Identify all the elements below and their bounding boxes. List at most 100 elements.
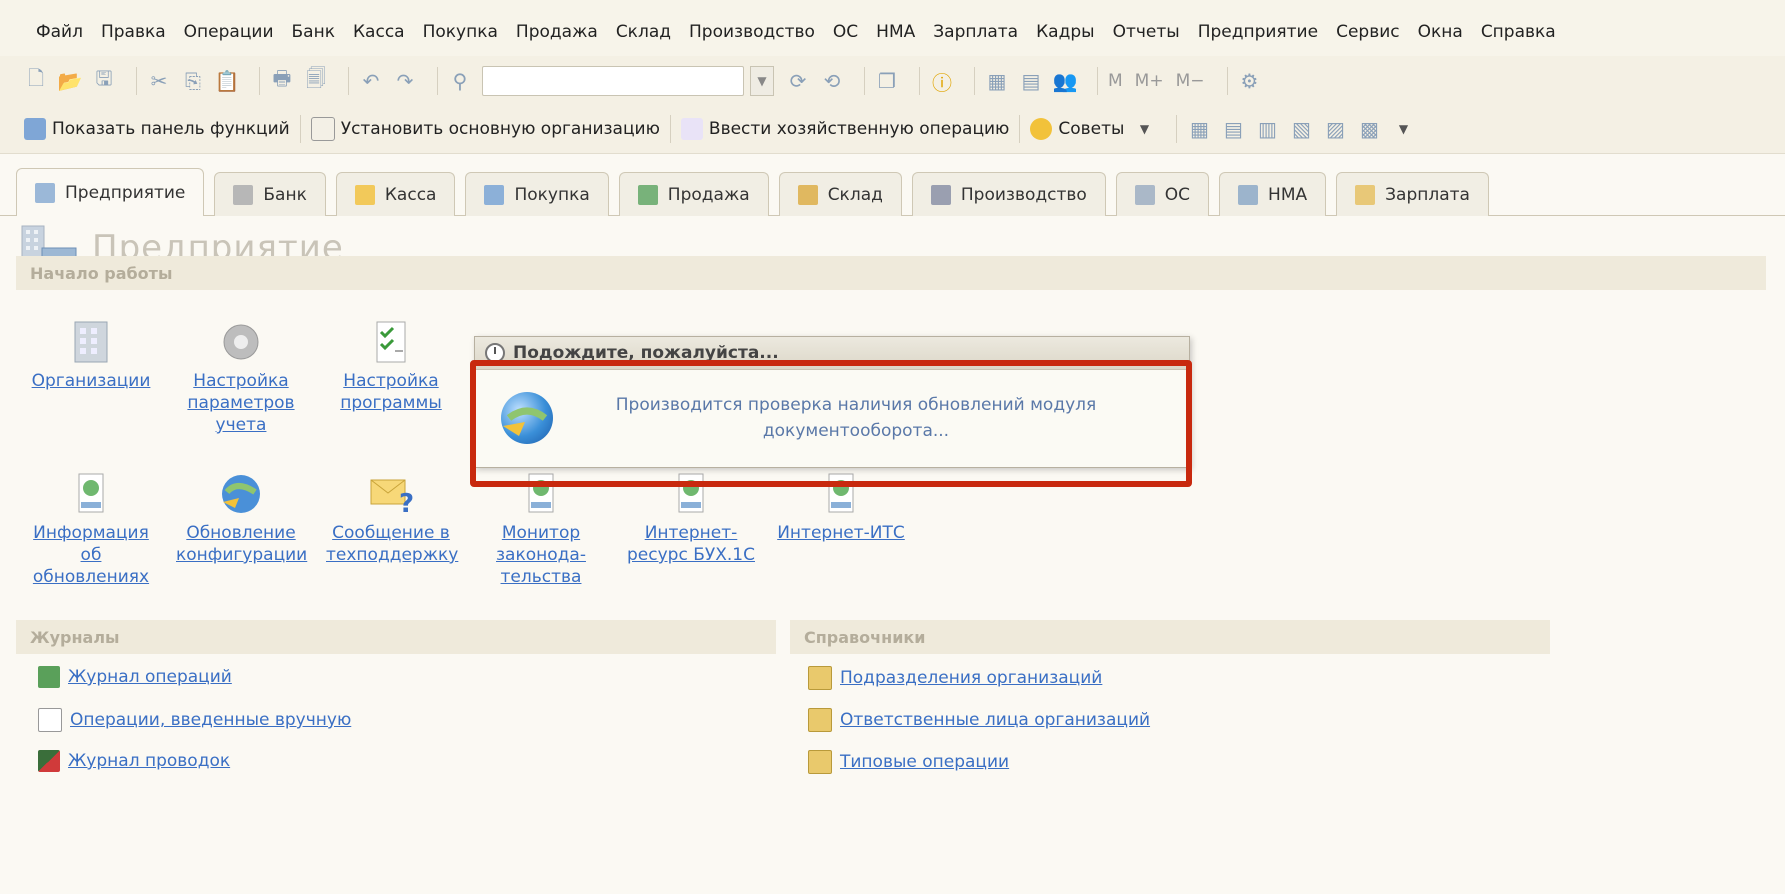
manual-operations-link[interactable]: Операции, введенные вручную — [38, 708, 351, 732]
law-monitor-item[interactable]: Монитор законода-тельства — [476, 472, 606, 588]
memory-m-button[interactable]: M — [1108, 71, 1123, 91]
tab-salary[interactable]: Зарплата — [1336, 172, 1489, 216]
chevron-down-icon[interactable]: ▼ — [750, 66, 774, 96]
tab-enterprise[interactable]: Предприятие — [16, 168, 205, 216]
tab-purchase[interactable]: Покупка — [465, 172, 609, 216]
departments-label[interactable]: Подразделения организаций — [840, 668, 1102, 688]
menu-windows[interactable]: Окна — [1418, 22, 1463, 42]
config-update-label[interactable]: Обновление конфигурации — [176, 522, 307, 566]
tab-nma[interactable]: НМА — [1219, 172, 1327, 216]
manual-operations-label[interactable]: Операции, введенные вручную — [70, 710, 351, 730]
calendar-icon[interactable]: ▤ — [1019, 69, 1043, 93]
tools-icon[interactable]: ⚙ — [1238, 69, 1262, 93]
accounting-settings-item[interactable]: Настройка параметров учета — [176, 320, 306, 436]
search-input[interactable] — [482, 66, 744, 96]
menu-help[interactable]: Справка — [1481, 22, 1556, 42]
accounting-settings-label[interactable]: Настройка параметров учета — [176, 370, 306, 436]
menu-bank[interactable]: Банк — [292, 22, 335, 42]
menu-reports[interactable]: Отчеты — [1113, 22, 1180, 42]
its-resource-label[interactable]: Интернет-ИТС — [776, 522, 906, 544]
update-info-label[interactable]: Информация об обновлениях — [26, 522, 156, 588]
back-icon[interactable]: ↶ — [359, 69, 383, 93]
tab-os[interactable]: ОС — [1115, 172, 1210, 216]
responsible-persons-link[interactable]: Ответственные лица организаций — [808, 708, 1150, 732]
calculator-icon[interactable]: ▦ — [985, 69, 1009, 93]
postings-journal-link[interactable]: Журнал проводок — [38, 750, 230, 772]
print-preview-icon[interactable]: 🗐 — [304, 66, 328, 93]
menu-enterprise[interactable]: Предприятие — [1198, 22, 1318, 42]
menu-sale[interactable]: Продажа — [516, 22, 598, 42]
report-list-icon[interactable]: ▨ — [1323, 117, 1347, 141]
program-settings-label[interactable]: Настройка программы — [326, 370, 456, 414]
tab-label: Покупка — [514, 184, 590, 205]
typical-operations-label[interactable]: Типовые операции — [840, 752, 1009, 772]
find-next-icon[interactable]: ⟳ — [786, 69, 810, 93]
menu-production[interactable]: Производство — [689, 22, 815, 42]
menu-service[interactable]: Сервис — [1336, 22, 1400, 42]
menu-nma[interactable]: НМА — [876, 22, 915, 42]
update-info-item[interactable]: Информация об обновлениях — [26, 472, 156, 588]
set-main-org-button[interactable]: Установить основную организацию — [310, 116, 660, 141]
buh-resource-label[interactable]: Интернет-ресурс БУХ.1С — [626, 522, 756, 566]
menu-warehouse[interactable]: Склад — [616, 22, 671, 42]
menu-cash[interactable]: Касса — [353, 22, 405, 42]
forward-icon[interactable]: ↷ — [393, 69, 417, 93]
report-table-icon[interactable]: ▤ — [1221, 117, 1245, 141]
its-resource-item[interactable]: Интернет-ИТС — [776, 472, 906, 544]
report-users2-icon[interactable]: ▧ — [1289, 117, 1313, 141]
menu-salary[interactable]: Зарплата — [933, 22, 1018, 42]
organizations-item[interactable]: Организации — [26, 320, 156, 392]
departments-link[interactable]: Подразделения организаций — [808, 666, 1102, 690]
print-icon[interactable]: 🖶 — [270, 66, 294, 93]
operations-journal-label[interactable]: Журнал операций — [68, 667, 232, 687]
responsible-persons-label[interactable]: Ответственные лица организаций — [840, 710, 1150, 730]
globe-update-icon — [501, 392, 553, 444]
menu-operations[interactable]: Операции — [184, 22, 274, 42]
menu-hr[interactable]: Кадры — [1036, 22, 1094, 42]
support-message-label[interactable]: Сообщение в техподдержку — [326, 522, 458, 566]
memory-plus-button[interactable]: M+ — [1135, 71, 1164, 91]
menu-purchase[interactable]: Покупка — [423, 22, 498, 42]
tab-label: Предприятие — [65, 182, 186, 203]
intangible-assets-icon — [1238, 184, 1259, 205]
enter-operation-button[interactable]: Ввести хозяйственную операцию — [680, 117, 1009, 140]
reference-book-icon — [808, 708, 832, 732]
buh-resource-item[interactable]: Интернет-ресурс БУХ.1С — [626, 472, 756, 566]
config-update-item[interactable]: Обновление конфигурации — [176, 472, 307, 566]
windows-icon[interactable]: ❐ — [875, 69, 899, 93]
menu-file[interactable]: Файл — [36, 22, 83, 42]
report-chart-icon[interactable]: ▩ — [1357, 117, 1381, 141]
report-users-icon[interactable]: ▥ — [1255, 117, 1279, 141]
chevron-down-icon[interactable]: ▼ — [1132, 117, 1156, 141]
new-document-icon[interactable]: 🗋 — [24, 66, 48, 93]
save-icon[interactable]: 🖫 — [92, 66, 116, 93]
typical-operations-link[interactable]: Типовые операции — [808, 750, 1009, 774]
tips-button[interactable]: Советы — [1030, 117, 1124, 140]
program-settings-item[interactable]: Настройка программы — [326, 320, 456, 414]
search-icon[interactable]: ⚲ — [448, 69, 472, 93]
paste-icon[interactable]: 📋 — [215, 69, 240, 93]
info-icon[interactable]: ⓘ — [930, 69, 954, 95]
postings-journal-label[interactable]: Журнал проводок — [68, 751, 230, 771]
menu-os[interactable]: ОС — [833, 22, 858, 42]
operations-journal-link[interactable]: Журнал операций — [38, 666, 232, 688]
find-prev-icon[interactable]: ⟲ — [820, 69, 844, 93]
wait-dialog-titlebar[interactable]: Подождите, пожалуйста... — [475, 337, 1189, 370]
law-monitor-label[interactable]: Монитор законода-тельства — [476, 522, 606, 588]
memory-minus-button[interactable]: M− — [1176, 71, 1205, 91]
organizations-label[interactable]: Организации — [26, 370, 156, 392]
tab-bank[interactable]: Банк — [214, 172, 326, 216]
chevron-down-icon[interactable]: ▼ — [1391, 117, 1415, 141]
copy-icon[interactable]: ⎘ — [181, 69, 205, 93]
menu-edit[interactable]: Правка — [101, 22, 166, 42]
tab-sale[interactable]: Продажа — [618, 172, 769, 216]
show-function-panel-button[interactable]: Показать панель функций — [24, 117, 290, 140]
report-icon[interactable]: ▦ — [1187, 117, 1211, 141]
support-message-item[interactable]: ? Сообщение в техподдержку — [326, 472, 458, 566]
open-folder-icon[interactable]: 📂 — [58, 69, 83, 93]
users-icon[interactable]: 👥 — [1053, 69, 1078, 93]
tab-production[interactable]: Производство — [911, 172, 1106, 216]
cut-icon[interactable]: ✂ — [147, 69, 171, 93]
tab-warehouse[interactable]: Склад — [778, 172, 902, 216]
tab-cash[interactable]: Касса — [335, 172, 456, 216]
